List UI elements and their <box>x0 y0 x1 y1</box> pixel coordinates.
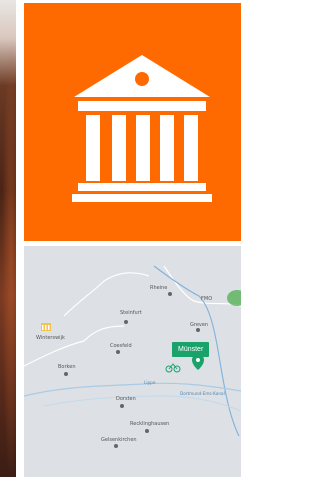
highlight-city-badge[interactable]: Münster <box>172 342 210 357</box>
city-marker <box>116 350 120 354</box>
museum-tile[interactable] <box>24 3 241 241</box>
region-label: Winterswijk <box>36 335 65 341</box>
city-label: Gelsenkirchen <box>101 437 137 443</box>
museum-pin-icon <box>41 323 51 331</box>
city-marker <box>64 372 68 376</box>
city-label: Recklinghausen <box>130 421 169 427</box>
city-label: Dorsten <box>116 396 136 402</box>
city-marker <box>120 404 124 408</box>
gutter <box>16 0 24 477</box>
museum-icon <box>72 55 212 202</box>
city-marker <box>114 444 118 448</box>
river-label: Lippe <box>144 380 156 385</box>
region-map-tile[interactable]: Rheine Steinfurt Greven Coesfeld Borken … <box>24 246 241 477</box>
river-label: Dortmund-Ems-Kanal <box>180 391 225 396</box>
background-photo <box>0 0 16 477</box>
city-label: Borken <box>58 364 76 370</box>
city-label: Rheine <box>150 285 167 291</box>
city-marker <box>124 320 128 324</box>
city-label: Coesfeld <box>110 343 132 349</box>
city-label: Steinfurt <box>120 310 142 316</box>
airport-label: FMO <box>201 296 212 302</box>
region-map: Rheine Steinfurt Greven Coesfeld Borken … <box>24 246 241 477</box>
city-label: Greven <box>190 322 208 328</box>
city-marker <box>145 429 149 433</box>
city-marker <box>196 328 200 332</box>
city-marker <box>168 292 172 296</box>
